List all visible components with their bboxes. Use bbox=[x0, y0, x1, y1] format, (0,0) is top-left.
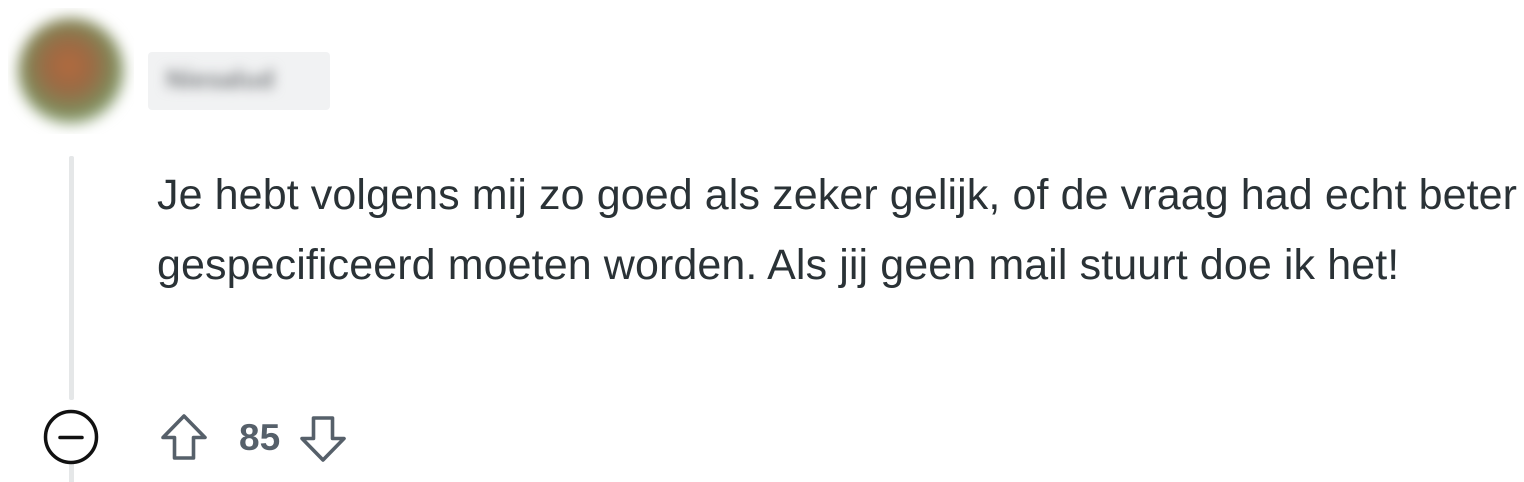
arrow-down-outline-icon bbox=[300, 416, 346, 462]
vote-bar: 85 bbox=[157, 410, 350, 466]
author-name[interactable]: Niesalud bbox=[148, 52, 330, 110]
thread-line[interactable] bbox=[69, 156, 74, 400]
upvote-button[interactable] bbox=[157, 411, 211, 465]
minus-circle-icon bbox=[43, 409, 99, 465]
avatar[interactable] bbox=[8, 8, 134, 134]
collapse-button[interactable] bbox=[43, 409, 99, 465]
downvote-button[interactable] bbox=[296, 411, 350, 465]
arrow-up-outline-icon bbox=[161, 414, 207, 460]
comment-body: Je hebt volgens mij zo goed als zeker ge… bbox=[157, 171, 1518, 289]
author-name-text: Niesalud bbox=[166, 64, 275, 94]
avatar-image bbox=[18, 18, 124, 124]
vote-count: 85 bbox=[239, 417, 281, 458]
